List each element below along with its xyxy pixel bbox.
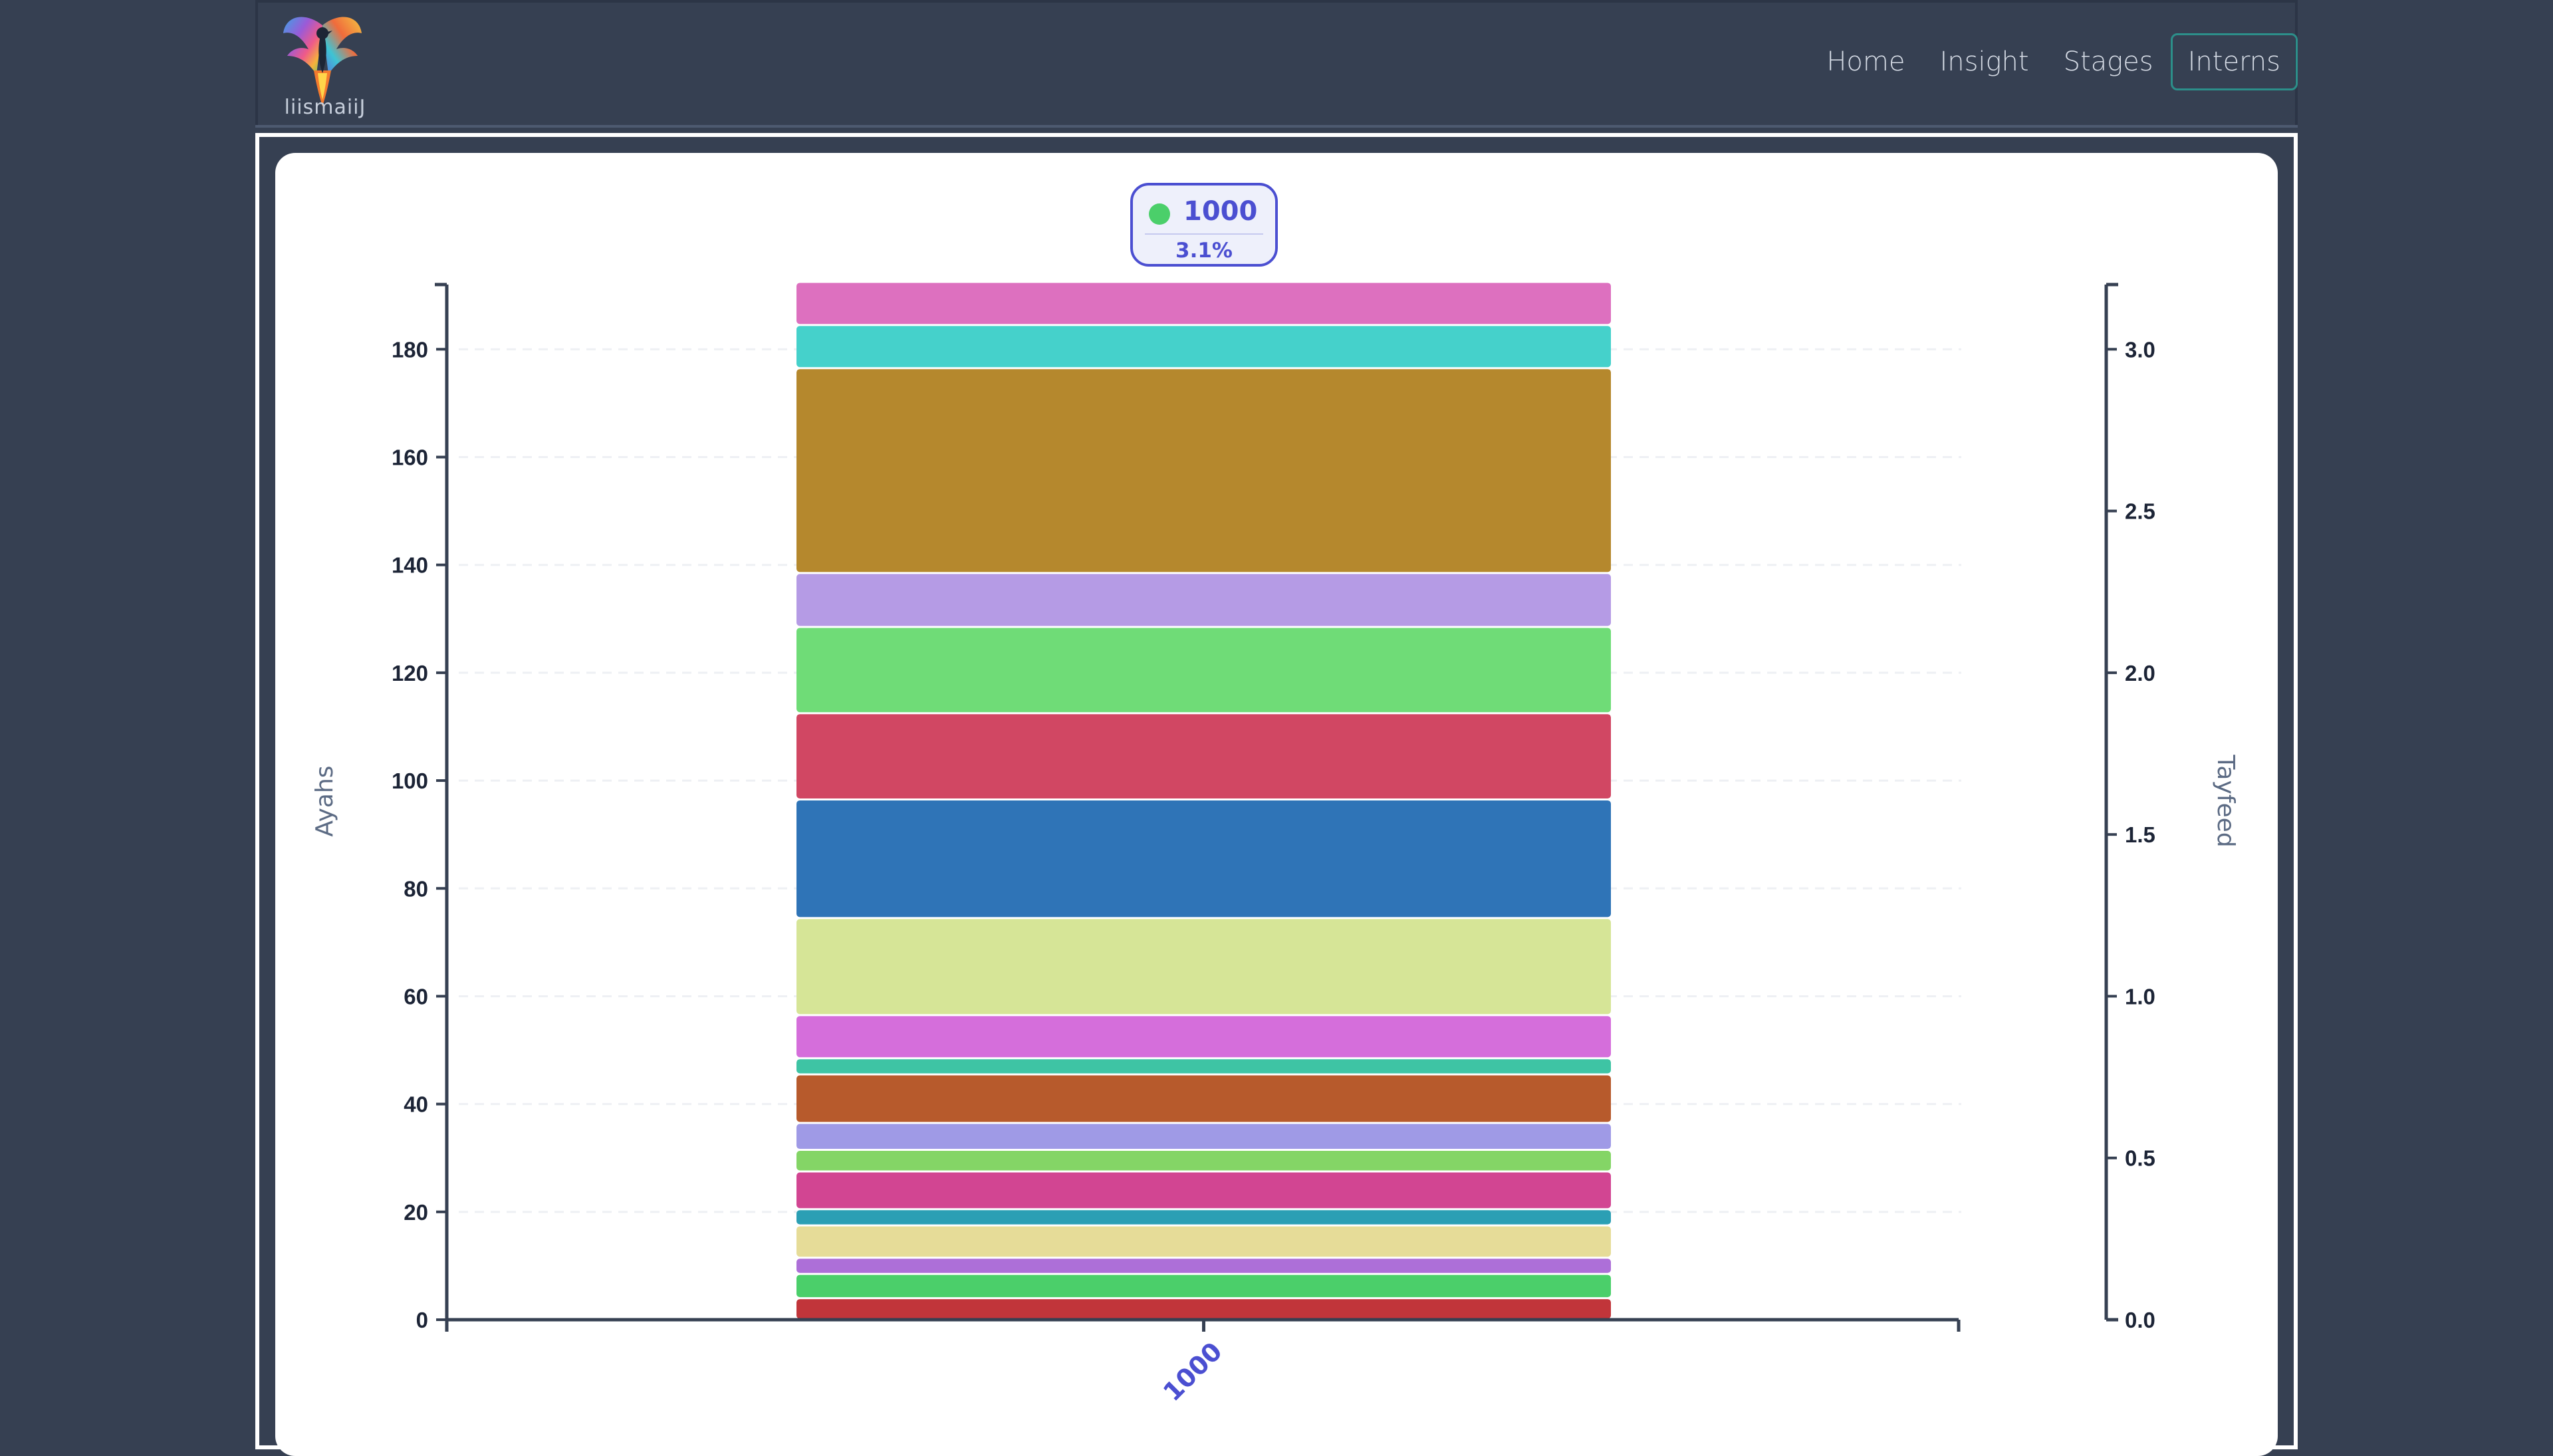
x-tick-label: 1000: [1157, 1336, 1228, 1407]
bar-segment: [796, 1151, 1611, 1171]
bar-segment: [796, 628, 1611, 713]
legend-swatch: [1149, 203, 1170, 225]
y-tick-label: 160: [392, 445, 428, 470]
bar-segment: [796, 1226, 1611, 1257]
y2-tick-label: 1.0: [2125, 984, 2155, 1009]
bar-segment: [796, 326, 1611, 368]
bar-segment: [796, 283, 1611, 324]
legend-label: 1000: [1183, 196, 1258, 227]
y-tick-label: 60: [404, 984, 428, 1009]
y-axis-title: Ayahs: [311, 765, 338, 836]
legend-tooltip[interactable]: 1000 3.1%: [1130, 183, 1278, 267]
y2-tick-label: 1.5: [2125, 822, 2155, 847]
y2-tick-label: 2.0: [2125, 661, 2155, 685]
y-tick-label: 20: [404, 1200, 428, 1225]
bar-segment: [796, 1210, 1611, 1225]
bar-segment: [796, 369, 1611, 572]
legend-divider: [1145, 233, 1263, 235]
y-tick-label: 0: [416, 1308, 428, 1332]
legend-percent: 3.1%: [1175, 239, 1233, 263]
y-tick-label: 180: [392, 337, 428, 362]
y-tick-label: 120: [392, 661, 428, 685]
y2-tick-label: 3.0: [2125, 337, 2155, 362]
bar-segment: [796, 574, 1611, 626]
bar-segment: [796, 919, 1611, 1015]
y-tick-label: 140: [392, 553, 428, 578]
y2-tick-label: 0.5: [2125, 1146, 2155, 1171]
y-tick-label: 100: [392, 769, 428, 793]
bar-segment: [796, 1016, 1611, 1058]
y-tick-label: 40: [404, 1092, 428, 1117]
y2-tick-label: 0.0: [2125, 1308, 2155, 1332]
y-tick-label: 80: [404, 876, 428, 901]
bar-segment: [796, 1059, 1611, 1074]
bar-segment: [796, 714, 1611, 798]
bar-segment: [796, 1124, 1611, 1150]
bar-segment: [796, 1075, 1611, 1122]
bar-segment: [796, 1259, 1611, 1273]
bar-segments: [796, 283, 1611, 1319]
bar-segment: [796, 1274, 1611, 1298]
bar-segment: [796, 1172, 1611, 1209]
bar-segment: [796, 800, 1611, 917]
bar-segment: [796, 1299, 1611, 1319]
y2-tick-label: 2.5: [2125, 499, 2155, 524]
y2-axis-title: Tayfeed: [2212, 754, 2239, 847]
